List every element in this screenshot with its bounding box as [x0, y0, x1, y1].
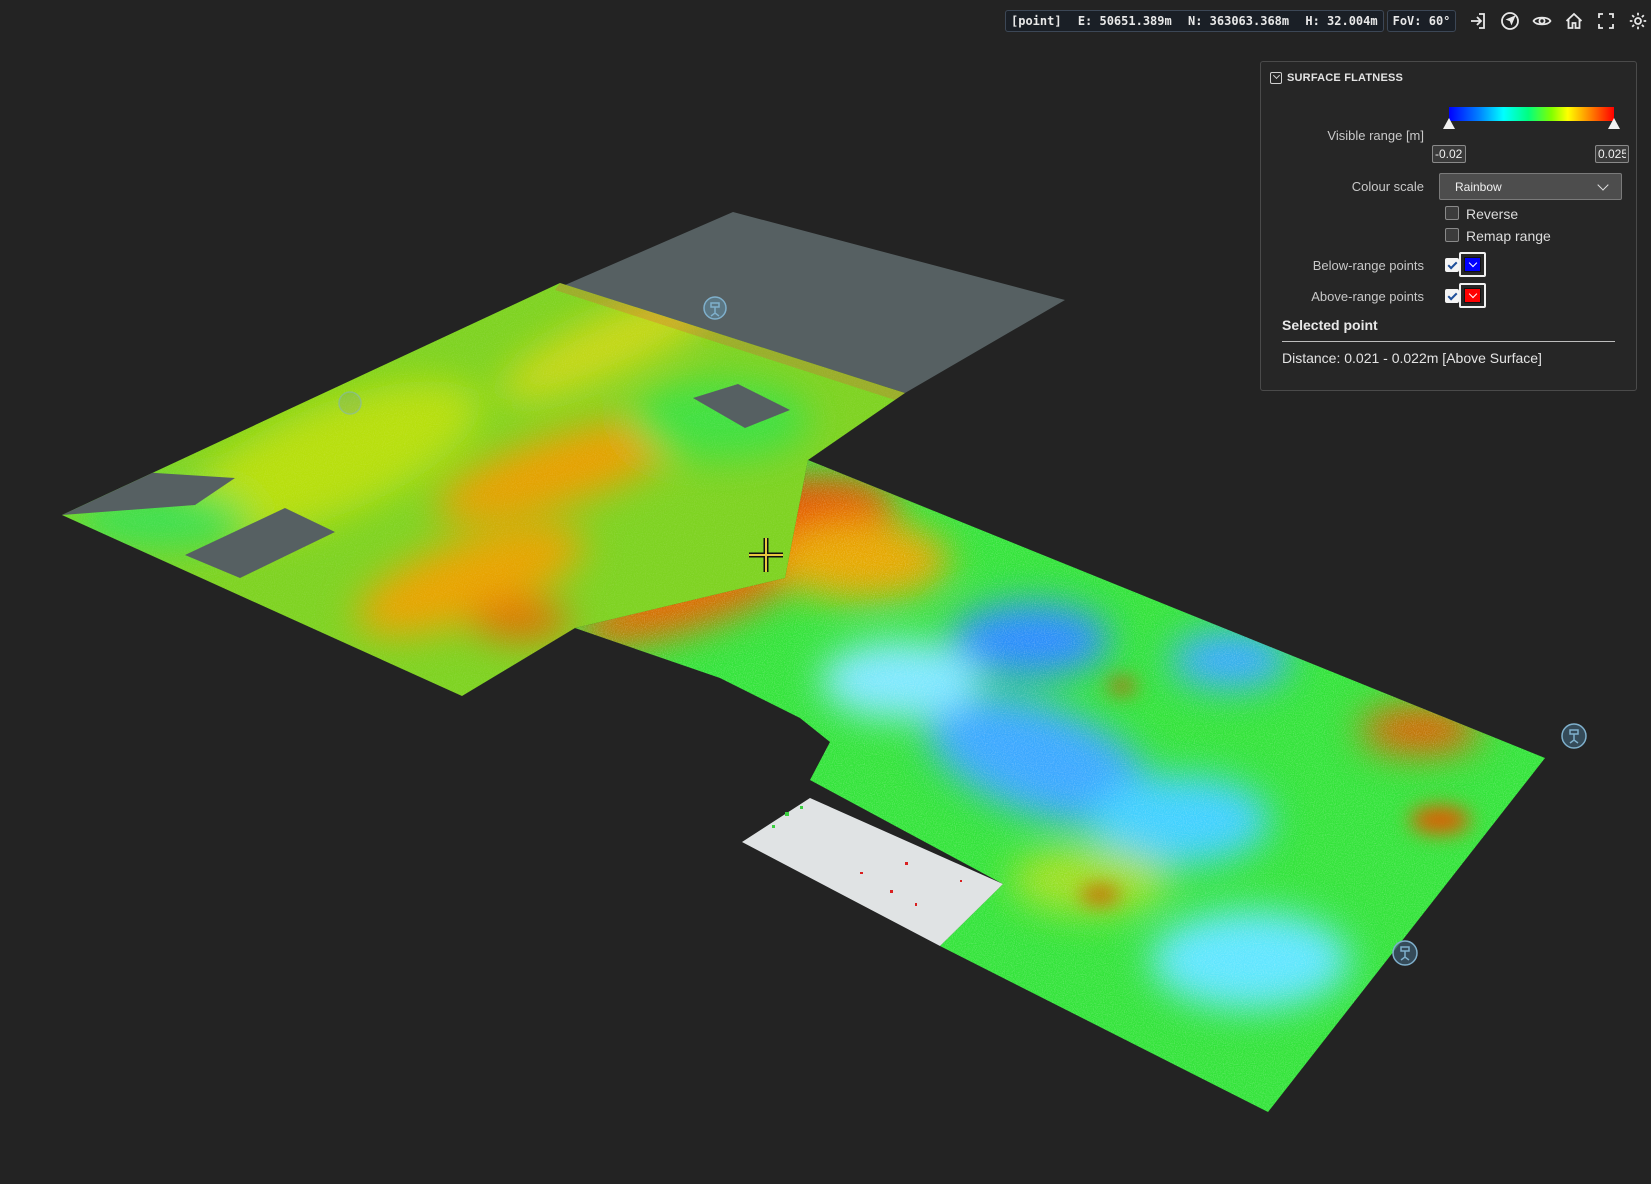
readout-northing: N: 363063.368m — [1187, 14, 1290, 28]
readout-fov: FoV: 60° — [1392, 14, 1451, 28]
reverse-label: Reverse — [1466, 206, 1519, 222]
selected-point-distance: Distance: 0.021 - 0.022m [Above Surface] — [1282, 350, 1542, 366]
readout-easting: E: 50651.389m — [1077, 14, 1172, 28]
colour-scale-gradient — [1449, 107, 1614, 121]
range-max-handle[interactable] — [1608, 118, 1620, 129]
colour-scale-value: Rainbow — [1455, 180, 1502, 194]
readout-height: H: 32.004m — [1305, 14, 1378, 28]
position-readout: [point] E: 50651.389m N: 363063.368m H: … — [1005, 10, 1384, 32]
remap-range-checkbox[interactable] — [1445, 228, 1459, 242]
coordinate-readout: [point] E: 50651.389m N: 363063.368m H: … — [1005, 10, 1457, 32]
navigate-button[interactable] — [1498, 8, 1522, 34]
reverse-checkbox[interactable] — [1445, 206, 1459, 220]
below-range-label: Below-range points — [1312, 258, 1424, 273]
range-max-input[interactable] — [1595, 145, 1629, 163]
sign-in-icon — [1471, 13, 1485, 29]
colour-scale-select[interactable]: Rainbow — [1439, 173, 1622, 200]
scanner-marker[interactable] — [703, 296, 727, 320]
colour-scale-label: Colour scale — [1351, 179, 1424, 194]
readout-mode: [point] — [1011, 14, 1062, 28]
fullscreen-icon — [1598, 13, 1614, 29]
viewer-toolbar — [1466, 8, 1650, 34]
below-range-checkbox[interactable] — [1445, 258, 1459, 272]
collapse-icon[interactable] — [1270, 72, 1282, 84]
visible-range-label: Visible range [m] — [1327, 128, 1424, 143]
surface-flatness-panel: SURFACE FLATNESS Visible range [m] Colou… — [1260, 61, 1637, 391]
settings-icon — [1629, 12, 1647, 30]
navigate-icon — [1501, 12, 1519, 30]
scanner-marker[interactable] — [338, 391, 362, 415]
home-icon — [1565, 12, 1583, 29]
below-range-swatch — [1464, 257, 1481, 272]
panel-header[interactable]: SURFACE FLATNESS — [1270, 72, 1403, 84]
panel-title: SURFACE FLATNESS — [1287, 72, 1404, 84]
fullscreen-button[interactable] — [1594, 8, 1618, 34]
above-range-swatch — [1464, 288, 1481, 303]
above-range-checkbox[interactable] — [1445, 289, 1459, 303]
below-range-color-picker[interactable] — [1459, 252, 1486, 277]
above-range-label: Above-range points — [1311, 289, 1424, 304]
eye-icon — [1532, 16, 1552, 26]
scanner-marker[interactable] — [1392, 940, 1418, 966]
chevron-down-icon — [1597, 179, 1609, 191]
range-min-handle[interactable] — [1443, 118, 1455, 129]
above-range-color-picker[interactable] — [1459, 283, 1486, 308]
fov-readout: FoV: 60° — [1386, 10, 1457, 32]
divider — [1282, 341, 1615, 342]
home-button[interactable] — [1562, 8, 1586, 34]
selected-point-title: Selected point — [1282, 317, 1378, 333]
range-min-input[interactable] — [1432, 145, 1466, 163]
visibility-button[interactable] — [1530, 8, 1554, 34]
scanner-marker[interactable] — [1561, 723, 1587, 749]
sign-in-button[interactable] — [1466, 8, 1490, 34]
settings-button[interactable] — [1626, 8, 1650, 34]
remap-range-label: Remap range — [1466, 228, 1551, 244]
